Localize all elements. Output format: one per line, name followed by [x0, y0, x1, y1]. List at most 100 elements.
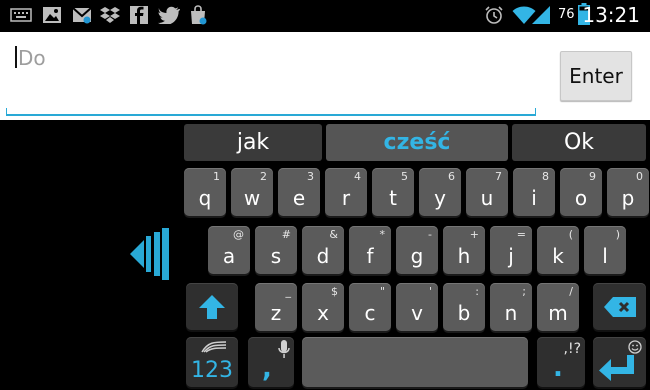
- key-label: t: [389, 186, 397, 210]
- shopping-bag-icon: [188, 5, 208, 25]
- key-v[interactable]: ' v: [396, 283, 438, 331]
- input-underline-right: [535, 108, 536, 116]
- numbers-key-label: 123: [191, 358, 233, 383]
- status-time: 13:21: [582, 3, 640, 27]
- dropbox-icon: [100, 6, 120, 24]
- return-key[interactable]: [593, 337, 646, 387]
- key-hint: 5: [401, 170, 408, 183]
- key-label: l: [602, 244, 608, 268]
- key-g[interactable]: -g: [396, 226, 438, 274]
- input-underline: [6, 114, 536, 116]
- key-e[interactable]: 3e: [278, 168, 320, 216]
- key-w[interactable]: 2w: [231, 168, 273, 216]
- message-input[interactable]: Do: [6, 38, 536, 116]
- key-l[interactable]: ) l: [584, 226, 626, 274]
- key-hint: 1: [213, 170, 220, 183]
- key-label: v: [411, 301, 423, 325]
- key-n[interactable]: ; n: [490, 283, 532, 331]
- key-hint: 9: [589, 170, 596, 183]
- key-x[interactable]: $ x: [302, 283, 344, 331]
- shift-key[interactable]: [186, 283, 238, 330]
- key-hint: /: [569, 285, 573, 298]
- key-d[interactable]: & d: [302, 226, 344, 274]
- key-hint: &: [329, 228, 338, 241]
- key-hint: 6: [448, 170, 455, 183]
- key-label: e: [292, 186, 306, 210]
- key-label: j: [508, 244, 514, 268]
- keyboard-collapse-arrow-icon[interactable]: [130, 228, 170, 280]
- key-z[interactable]: _ z: [255, 283, 297, 331]
- key-k[interactable]: (k: [537, 226, 579, 274]
- key-hint: _: [285, 285, 292, 298]
- key-label: g: [410, 244, 424, 268]
- suggestion-1[interactable]: jak: [184, 124, 322, 161]
- period-key-hint: ,!?: [563, 341, 582, 357]
- image-icon: [42, 6, 62, 24]
- key-label: n: [504, 301, 518, 325]
- suggestion-2[interactable]: cześć: [326, 124, 508, 161]
- return-arrow-icon: [599, 355, 634, 381]
- key-label: y: [434, 186, 446, 210]
- key-label: p: [621, 186, 635, 210]
- input-underline-left: [6, 108, 7, 116]
- key-h[interactable]: + h: [443, 226, 485, 274]
- gmail-icon: [72, 6, 92, 24]
- key-i[interactable]: 8i: [513, 168, 555, 216]
- key-q[interactable]: 1q: [184, 168, 226, 216]
- key-hint: ): [615, 228, 620, 241]
- key-label: o: [574, 186, 588, 210]
- key-s[interactable]: # s: [255, 226, 297, 274]
- key-label: d: [316, 244, 330, 268]
- signal-icon: [532, 6, 552, 24]
- key-hint: 3: [307, 170, 314, 183]
- key-label: x: [317, 301, 329, 325]
- text-cursor: [15, 46, 17, 68]
- key-hint: 7: [495, 170, 502, 183]
- period-key-label: .: [553, 353, 563, 383]
- period-key[interactable]: ,!? .: [537, 337, 585, 387]
- key-a[interactable]: @ a: [208, 226, 250, 274]
- key-o[interactable]: 9o: [560, 168, 602, 216]
- suggestion-3[interactable]: Ok: [512, 124, 646, 161]
- key-label: r: [341, 186, 351, 210]
- key-hint: -: [428, 228, 432, 241]
- key-b[interactable]: :b: [443, 283, 485, 331]
- key-r[interactable]: 4r: [325, 168, 367, 216]
- shift-arrow-icon: [199, 295, 225, 319]
- keyboard-icon: [10, 6, 32, 24]
- swype-logo-icon: [201, 341, 227, 353]
- compose-area: Do Enter: [0, 32, 650, 120]
- message-input-placeholder: Do: [18, 46, 46, 70]
- key-label: m: [548, 301, 568, 325]
- enter-button[interactable]: Enter: [560, 51, 632, 101]
- key-hint: ': [428, 285, 432, 298]
- key-hint: +: [469, 228, 479, 241]
- facebook-icon: [130, 6, 148, 24]
- key-m[interactable]: / m: [537, 283, 579, 331]
- status-bar: 76 13:21: [0, 0, 650, 32]
- key-y[interactable]: 6y: [419, 168, 461, 216]
- key-label: h: [457, 244, 471, 268]
- backspace-icon: [604, 297, 636, 317]
- comma-key[interactable]: ,: [248, 337, 294, 387]
- key-u[interactable]: 7u: [466, 168, 508, 216]
- backspace-key[interactable]: [593, 283, 646, 330]
- space-key[interactable]: [302, 337, 528, 387]
- battery-percent: 76: [558, 7, 575, 22]
- key-hint: 0: [636, 170, 643, 183]
- comma-key-label: ,: [262, 354, 272, 384]
- key-f[interactable]: * f: [349, 226, 391, 274]
- key-hint: #: [281, 228, 291, 241]
- key-label: a: [222, 244, 236, 268]
- key-t[interactable]: 5t: [372, 168, 414, 216]
- key-label: z: [270, 301, 282, 325]
- alarm-icon: [484, 6, 504, 24]
- key-hint: 2: [260, 170, 267, 183]
- key-label: q: [198, 186, 212, 210]
- microphone-icon: [278, 340, 290, 358]
- key-p[interactable]: 0p: [607, 168, 649, 216]
- key-j[interactable]: = j: [490, 226, 532, 274]
- numbers-key[interactable]: 123: [186, 337, 238, 387]
- key-c[interactable]: " c: [349, 283, 391, 331]
- key-hint: =: [516, 228, 526, 241]
